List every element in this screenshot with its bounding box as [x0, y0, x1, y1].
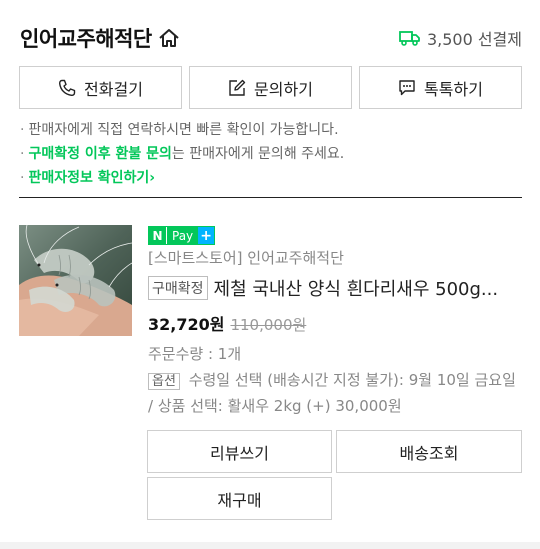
call-button[interactable]: 전화걸기: [19, 66, 182, 109]
sale-price: 32,720원: [148, 315, 225, 334]
product-thumbnail[interactable]: [19, 225, 132, 336]
product-name[interactable]: 제철 국내산 양식 흰다리새우 500g...: [214, 275, 499, 301]
notice-item: · 판매자에게 직접 연락하시면 빠른 확인이 가능합니다.: [20, 118, 522, 142]
notice-item[interactable]: · 판매자정보 확인하기›: [20, 166, 522, 190]
notice-highlight: 구매확정 이후 환불 문의: [28, 146, 172, 162]
price-row: 32,720원 110,000원: [148, 311, 306, 335]
option-badge: 옵션: [148, 373, 180, 390]
chat-icon: [398, 79, 416, 97]
notice-list: · 판매자에게 직접 연락하시면 빠른 확인이 가능합니다. · 구매확정 이후 환…: [20, 118, 522, 190]
write-review-button[interactable]: 리뷰쓰기: [147, 430, 332, 473]
talktalk-button-label: 톡톡하기: [424, 79, 483, 99]
divider: [19, 197, 522, 198]
status-badge: 구매확정: [148, 276, 208, 300]
bullet: ·: [20, 170, 25, 186]
bullet: ·: [20, 146, 25, 162]
seller-name[interactable]: 인어교주해적단: [20, 23, 152, 53]
shipping-fee-text: 3,500 선결제: [426, 30, 522, 49]
notice-text: 판매자에게 직접 연락하시면 빠른 확인이 가능합니다.: [28, 122, 339, 138]
order-option: 옵션 수령일 선택 (배송시간 지정 불가): 9월 10일 금요일 / 상품 …: [148, 368, 523, 418]
order-quantity: 주문수량 : 1개: [148, 345, 242, 363]
option-text: 수령일 선택 (배송시간 지정 불가): 9월 10일 금요일 / 상품 선택:…: [148, 371, 516, 415]
shipping-fee: 3,500 선결제: [399, 26, 522, 50]
seller-info-link[interactable]: 판매자정보 확인하기: [28, 170, 149, 186]
rebuy-button[interactable]: 재구매: [147, 477, 332, 520]
truck-icon: [399, 30, 421, 46]
original-price: 110,000원: [230, 316, 307, 334]
contact-buttons: 전화걸기 문의하기 톡톡하기: [19, 66, 522, 110]
bullet: ·: [20, 122, 25, 138]
section-separator: [0, 542, 540, 549]
store-name: [스마트스토어] 인어교주해적단: [148, 249, 344, 267]
phone-icon: [58, 79, 76, 97]
notice-text: 는 판매자에게 문의해 주세요.: [171, 146, 345, 162]
product-title-row[interactable]: 구매확정 제철 국내산 양식 흰다리새우 500g...: [148, 275, 522, 301]
track-delivery-button[interactable]: 배송조회: [336, 430, 522, 473]
inquiry-button[interactable]: 문의하기: [189, 66, 352, 109]
npay-logo: N: [149, 227, 166, 244]
npay-plus-badge: N Pay +: [148, 226, 216, 245]
notice-item: · 구매확정 이후 환불 문의는 판매자에게 문의해 주세요.: [20, 142, 522, 166]
chevron-right-icon: ›: [149, 170, 156, 186]
plus-icon: +: [198, 227, 215, 244]
talktalk-button[interactable]: 톡톡하기: [359, 66, 522, 109]
call-button-label: 전화걸기: [84, 79, 143, 99]
home-icon[interactable]: [158, 28, 180, 48]
edit-icon: [228, 79, 246, 97]
npay-text: Pay: [166, 227, 199, 244]
seller-link[interactable]: 인어교주해적단: [20, 23, 180, 53]
order-header: 인어교주해적단 3,500 선결제: [20, 20, 522, 56]
inquiry-button-label: 문의하기: [254, 79, 313, 99]
